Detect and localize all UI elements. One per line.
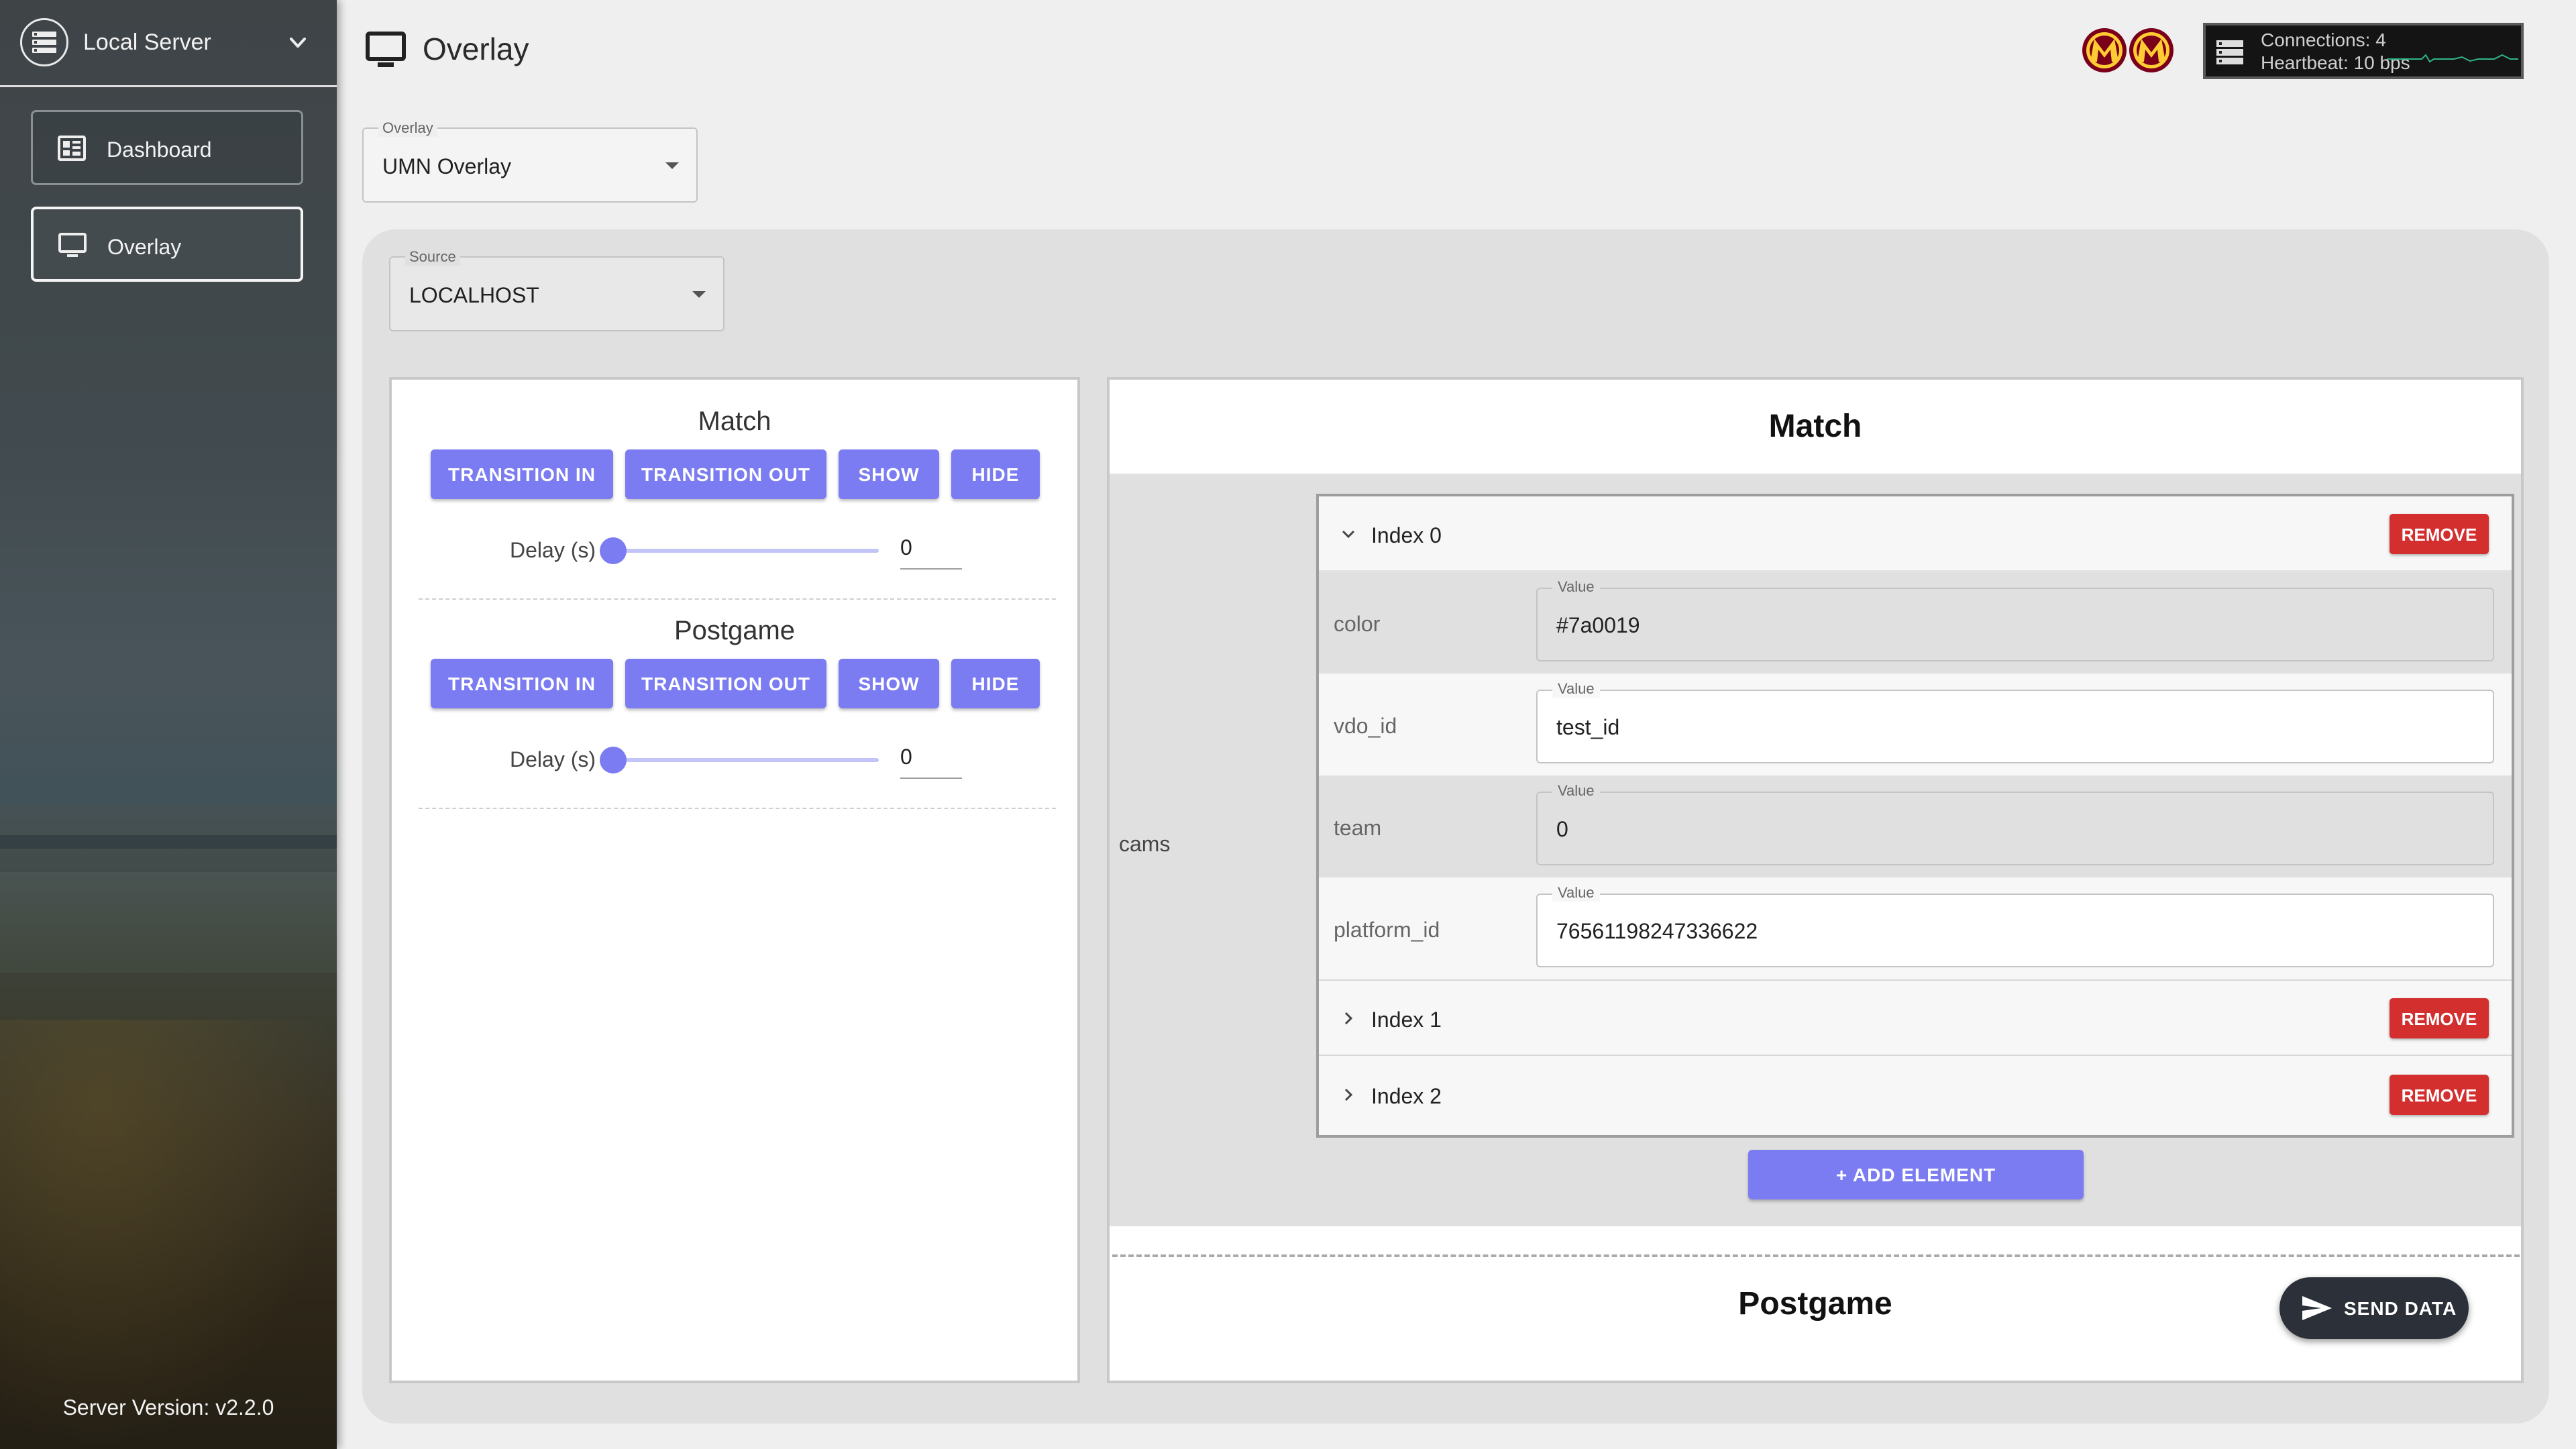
remove-index-1-button[interactable]: REMOVE	[2390, 998, 2489, 1038]
server-version: Server Version: v2.2.0	[62, 1395, 274, 1419]
accordion-index-0[interactable]: Index 0 REMOVE	[1319, 496, 2512, 572]
field-value: #7a0019	[1556, 613, 1640, 637]
section-title-postgame: Postgame	[674, 616, 796, 645]
postgame-delay-slider[interactable]	[613, 758, 879, 762]
server-selector-label: Local Server	[83, 30, 211, 55]
postgame-delay-input[interactable]: 0	[900, 745, 962, 779]
match-header: Match	[1110, 380, 2521, 474]
server-selector[interactable]: Local Server	[0, 0, 337, 87]
chevron-down-icon[interactable]	[1339, 525, 1358, 543]
caret-down-icon	[665, 162, 679, 169]
postgame-transition-in-button[interactable]: TRANSITION IN	[431, 659, 613, 708]
postgame-delay-slider-thumb[interactable]	[600, 747, 627, 773]
postgame-transition-out-button[interactable]: TRANSITION OUT	[625, 659, 826, 708]
match-delay-label: Delay (s)	[510, 538, 596, 562]
accordion-index-2[interactable]: Index 2 REMOVE	[1319, 1057, 2512, 1135]
chevron-right-icon[interactable]	[1339, 1009, 1358, 1028]
send-data-button[interactable]: SEND DATA	[2279, 1277, 2469, 1339]
source-select[interactable]: Source LOCALHOST	[389, 248, 724, 331]
send-data-label: SEND DATA	[2344, 1298, 2457, 1319]
overlay-select[interactable]: Overlay UMN Overlay	[362, 119, 698, 203]
animation-controls-card: Match TRANSITION IN TRANSITION OUT SHOW …	[389, 377, 1080, 1383]
monitor-icon	[366, 32, 406, 67]
remove-index-0-button[interactable]: REMOVE	[2390, 514, 2489, 554]
accordion-label: Index 2	[1371, 1084, 1442, 1108]
color-input[interactable]: Value #7a0019	[1536, 578, 2494, 661]
team-logo-icon	[2082, 28, 2127, 72]
match-delay-slider-thumb[interactable]	[600, 537, 627, 564]
field-row-vdo-id: vdo_id Value test_id	[1319, 674, 2512, 775]
vdo-id-input[interactable]: Value test_id	[1536, 680, 2494, 763]
cams-array: Index 0 REMOVE color Value #7a0019 vdo_i…	[1316, 494, 2514, 1138]
match-transition-in-button[interactable]: TRANSITION IN	[431, 449, 613, 499]
source-select-label: Source	[405, 248, 460, 266]
section-divider	[419, 808, 1056, 809]
field-value: test_id	[1556, 715, 1620, 739]
array-key-label: cams	[1119, 832, 1171, 856]
chevron-right-icon[interactable]	[1339, 1085, 1358, 1104]
team-logo-icon	[2129, 28, 2174, 72]
sidebar-background-water	[0, 704, 337, 805]
match-transition-out-button[interactable]: TRANSITION OUT	[625, 449, 826, 499]
field-label: Value	[1552, 680, 1600, 698]
heartbeat-sparkline	[2387, 54, 2518, 63]
match-show-button[interactable]: SHOW	[839, 449, 939, 499]
postgame-show-button[interactable]: SHOW	[839, 659, 939, 708]
postgame-delay-label: Delay (s)	[510, 747, 596, 771]
source-select-value: LOCALHOST	[409, 283, 539, 307]
field-key: vdo_id	[1334, 714, 1397, 738]
overlay-select-value: UMN Overlay	[382, 154, 512, 178]
caret-down-icon	[692, 291, 706, 298]
sidebar-item-label: Overlay	[107, 235, 182, 259]
sidebar-item-dashboard[interactable]: Dashboard	[31, 110, 303, 185]
field-value: 76561198247336622	[1556, 919, 1758, 943]
field-key: color	[1334, 612, 1381, 636]
server-icon	[2216, 40, 2243, 64]
section-divider	[419, 598, 1056, 600]
postgame-divider	[1112, 1254, 2520, 1257]
accordion-label: Index 1	[1371, 1008, 1442, 1032]
remove-index-2-button[interactable]: REMOVE	[2390, 1075, 2489, 1115]
match-delay-input[interactable]: 0	[900, 535, 962, 570]
field-row-team: team Value 0	[1319, 775, 2512, 877]
field-label: Value	[1552, 884, 1600, 902]
sidebar: Local Server Dashboard Overlay Server Ve…	[0, 0, 337, 1449]
chevron-down-icon[interactable]	[284, 30, 311, 56]
field-key: team	[1334, 816, 1382, 840]
connection-status: Connections: 4 Heartbeat: 10 bps	[2203, 23, 2524, 79]
field-label: Value	[1552, 578, 1600, 596]
sidebar-background-foliage	[0, 1020, 337, 1449]
postgame-hide-button[interactable]: HIDE	[951, 659, 1040, 708]
accordion-label: Index 0	[1371, 523, 1442, 547]
connections-count: Connections: 4	[2261, 30, 2386, 50]
accordion-index-1[interactable]: Index 1 REMOVE	[1319, 981, 2512, 1056]
page-title: Overlay	[423, 32, 529, 66]
sidebar-item-overlay[interactable]: Overlay	[31, 207, 303, 282]
sidebar-background-bridge	[0, 835, 337, 849]
monitor-icon	[58, 233, 87, 257]
add-element-button[interactable]: + ADD ELEMENT	[1748, 1150, 2084, 1199]
send-icon	[2302, 1296, 2332, 1320]
field-value: 0	[1556, 817, 1568, 841]
platform-id-input[interactable]: Value 76561198247336622	[1536, 884, 2494, 967]
section-title-match: Match	[698, 407, 771, 436]
field-label: Value	[1552, 782, 1600, 800]
sidebar-item-label: Dashboard	[107, 138, 212, 162]
field-key: platform_id	[1334, 918, 1440, 942]
server-icon	[20, 18, 68, 66]
overlay-select-label: Overlay	[378, 119, 437, 137]
dashboard-icon	[58, 136, 86, 161]
match-hide-button[interactable]: HIDE	[951, 449, 1040, 499]
match-title: Match	[1768, 409, 1862, 444]
sidebar-background-city	[0, 872, 337, 973]
team-input[interactable]: Value 0	[1536, 782, 2494, 865]
field-row-color: color Value #7a0019	[1319, 572, 2512, 674]
field-row-platform-id: platform_id Value 76561198247336622	[1319, 877, 2512, 981]
match-delay-slider[interactable]	[613, 549, 879, 553]
